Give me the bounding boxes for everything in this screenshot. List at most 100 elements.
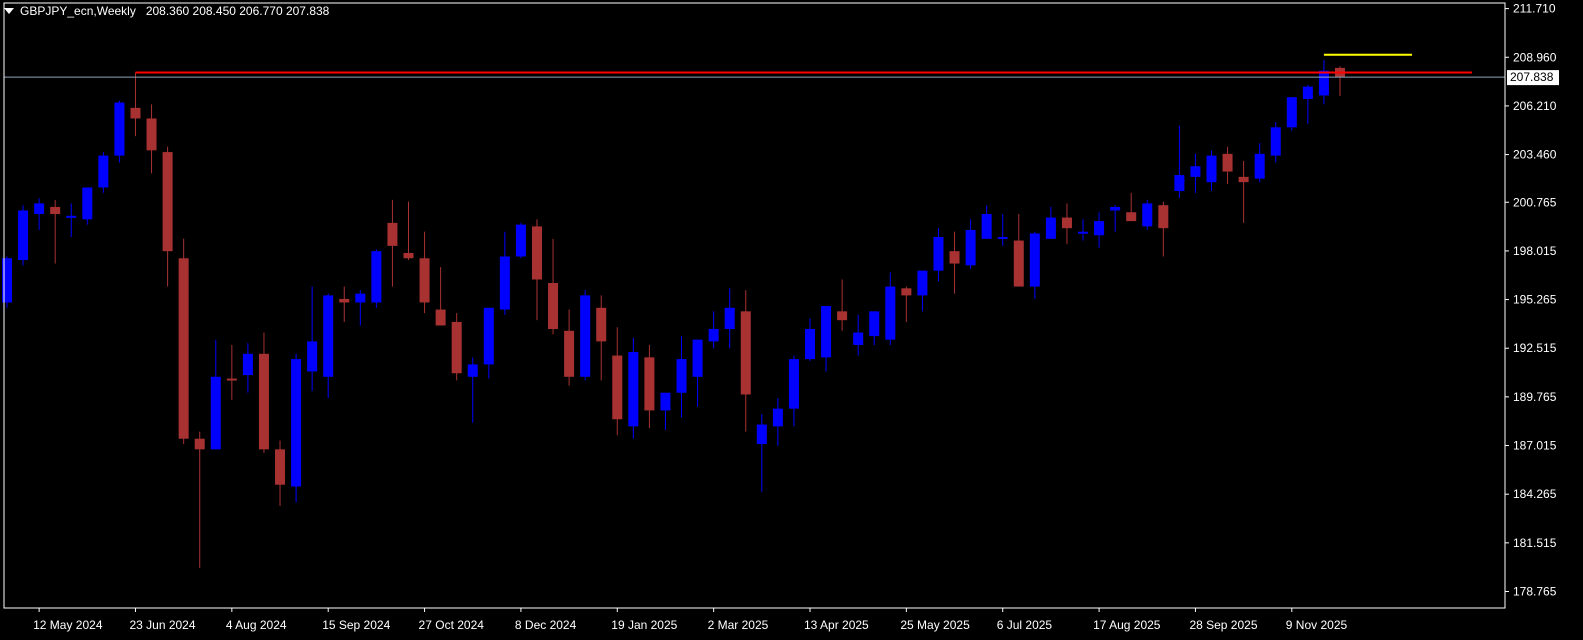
candle bbox=[1318, 60, 1329, 105]
candle-body bbox=[869, 311, 880, 337]
candle bbox=[1045, 206, 1056, 239]
candle bbox=[1078, 219, 1089, 241]
candle bbox=[869, 311, 880, 345]
candle-body bbox=[387, 222, 398, 246]
candle bbox=[1110, 205, 1121, 232]
x-tick-label: 4 Aug 2024 bbox=[226, 618, 287, 632]
candle bbox=[226, 344, 237, 400]
candle bbox=[1222, 146, 1233, 184]
candle-body bbox=[178, 258, 189, 439]
candle-body bbox=[98, 155, 109, 188]
candle-body bbox=[724, 307, 735, 330]
candle bbox=[178, 238, 189, 445]
x-tick-label: 19 Jan 2025 bbox=[611, 618, 677, 632]
candle-body bbox=[531, 226, 542, 280]
candle-body bbox=[837, 311, 848, 321]
candle bbox=[18, 205, 29, 266]
candle-body bbox=[580, 295, 591, 377]
x-tick-label: 23 Jun 2024 bbox=[129, 618, 195, 632]
candle-body bbox=[467, 364, 478, 377]
y-axis: 211.710 208.960 206.210 203.460 200.765 198.0… bbox=[1505, 2, 1557, 599]
candle bbox=[724, 288, 735, 349]
candle bbox=[34, 198, 45, 230]
candle-body bbox=[1254, 153, 1265, 179]
candle bbox=[965, 219, 976, 269]
candle bbox=[499, 231, 510, 315]
y-tick-label: 195.265 bbox=[1513, 293, 1557, 307]
candle bbox=[98, 152, 109, 193]
candle bbox=[130, 72, 141, 137]
candle bbox=[1286, 97, 1297, 131]
dropdown-triangle-icon[interactable] bbox=[4, 8, 14, 14]
candle-body bbox=[949, 251, 960, 264]
candle bbox=[435, 267, 446, 326]
candle-body bbox=[1061, 217, 1072, 229]
candle bbox=[740, 290, 751, 432]
candle-body bbox=[307, 341, 318, 372]
candle-body bbox=[1110, 206, 1121, 211]
candle-body bbox=[596, 307, 607, 342]
candle-body bbox=[194, 438, 205, 450]
candle bbox=[114, 100, 125, 163]
candle-body bbox=[1206, 155, 1217, 183]
x-axis: 12 May 2024 23 Jun 2024 4 Aug 2024 15 Sep 2… bbox=[33, 608, 1348, 632]
candle bbox=[451, 313, 462, 381]
candle-body bbox=[130, 107, 141, 119]
candle-body bbox=[740, 311, 751, 395]
candle bbox=[515, 222, 526, 259]
candle-body bbox=[371, 251, 382, 303]
candle-body bbox=[515, 224, 526, 257]
candlestick-chart: 211.710 208.960 206.210 203.460 200.765 198.0… bbox=[2, 2, 1559, 632]
x-tick-label: 13 Apr 2025 bbox=[804, 618, 869, 632]
candle-body bbox=[1286, 97, 1297, 128]
candle bbox=[660, 392, 671, 430]
candle bbox=[1302, 84, 1313, 124]
ohlc-values: 208.360 208.450 206.770 207.838 bbox=[145, 4, 330, 18]
candle-body bbox=[419, 258, 430, 303]
candle bbox=[1254, 143, 1265, 183]
candle-body bbox=[483, 307, 494, 365]
candle bbox=[419, 231, 430, 314]
candle-body bbox=[612, 355, 623, 420]
candle-body bbox=[548, 283, 559, 330]
candle bbox=[194, 431, 205, 568]
candle bbox=[1126, 192, 1137, 222]
candle bbox=[307, 286, 318, 391]
candle bbox=[676, 336, 687, 418]
y-tick-label: 200.765 bbox=[1513, 195, 1557, 209]
candle-body bbox=[18, 210, 29, 261]
candle-body bbox=[788, 359, 799, 409]
candle bbox=[339, 286, 350, 322]
candle bbox=[788, 355, 799, 427]
candle bbox=[1142, 199, 1153, 230]
x-tick-label: 15 Sep 2024 bbox=[322, 618, 390, 632]
candle-body bbox=[82, 187, 93, 220]
candle bbox=[531, 219, 542, 321]
y-tick-label: 178.765 bbox=[1513, 585, 1557, 599]
chart-title-bar[interactable]: GBPJPY_ecn,Weekly 208.360 208.450 206.77… bbox=[4, 4, 329, 18]
candle-body bbox=[499, 256, 510, 310]
candle bbox=[853, 314, 864, 356]
candle bbox=[1334, 66, 1345, 97]
candle bbox=[323, 293, 334, 399]
candle-body bbox=[114, 102, 125, 156]
x-tick-label: 6 Jul 2025 bbox=[997, 618, 1053, 632]
candle bbox=[580, 290, 591, 381]
candle-body bbox=[1126, 212, 1137, 222]
current-price-tag: 207.838 bbox=[1507, 70, 1559, 86]
candle bbox=[1013, 214, 1024, 287]
candle-body bbox=[435, 309, 446, 326]
candle-body bbox=[1302, 86, 1313, 100]
candle-body bbox=[644, 357, 655, 411]
candle-body bbox=[708, 329, 719, 342]
candles-layer bbox=[2, 60, 1345, 568]
candle-body bbox=[1174, 175, 1185, 192]
candle-body bbox=[355, 293, 366, 303]
candle bbox=[997, 214, 1008, 246]
candle bbox=[564, 309, 575, 386]
candle-body bbox=[258, 353, 269, 450]
candle bbox=[981, 205, 992, 239]
candle bbox=[275, 440, 286, 506]
plot-border bbox=[3, 2, 1506, 609]
y-tick-label: 211.710 bbox=[1513, 2, 1556, 16]
